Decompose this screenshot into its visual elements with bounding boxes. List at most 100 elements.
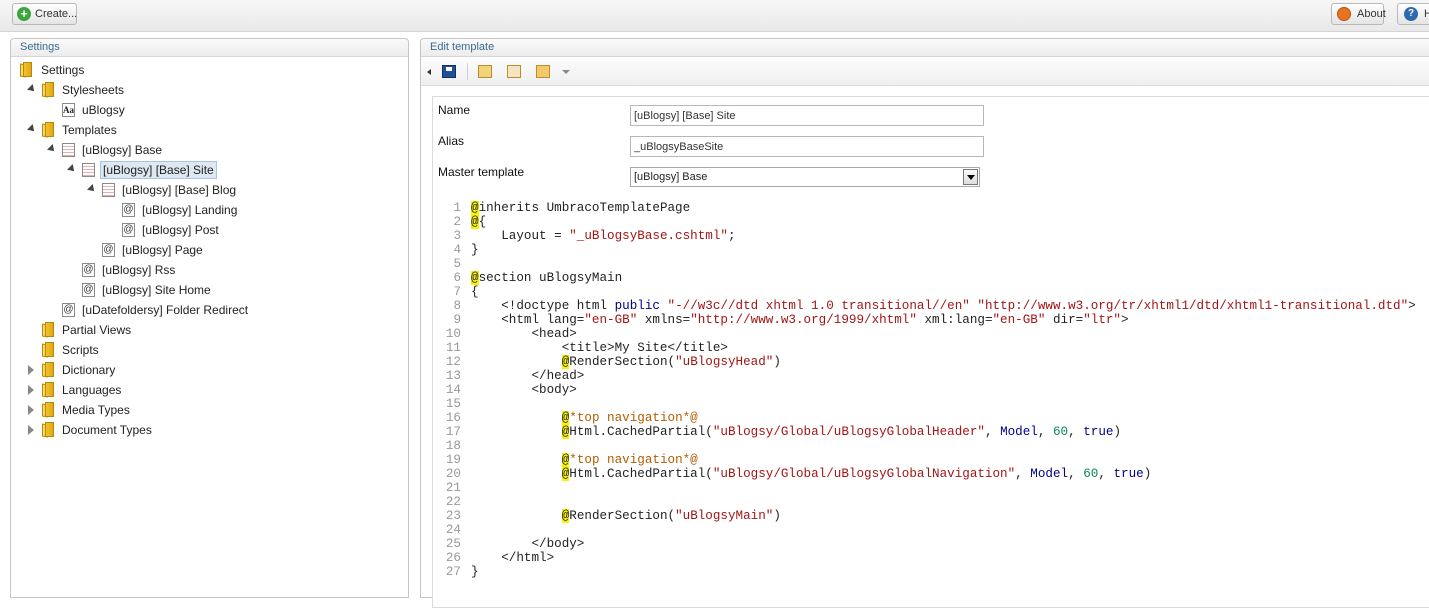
line-number: 8: [453, 299, 461, 313]
code-line[interactable]: 25 </body>: [433, 537, 1429, 551]
code-line[interactable]: 11 <title>My Site</title>: [433, 341, 1429, 355]
code-text[interactable]: </body>: [471, 537, 584, 551]
insert-placeholder-icon[interactable]: [536, 65, 550, 78]
folder-icon: [42, 422, 56, 438]
code-text[interactable]: @{: [471, 215, 486, 229]
create-button-label: Create...: [35, 8, 78, 20]
code-text[interactable]: }: [471, 243, 479, 257]
stylesheet-icon: Aa: [62, 103, 75, 117]
expand-arrow-icon[interactable]: [87, 184, 97, 194]
code-line[interactable]: 14 <body>: [433, 383, 1429, 397]
about-button[interactable]: About: [1331, 3, 1386, 25]
code-text[interactable]: @Html.CachedPartial("uBlogsy/Global/uBlo…: [471, 467, 1151, 481]
folder-icon: [42, 382, 56, 398]
code-line[interactable]: 6 @section uBlogsyMain: [433, 271, 1429, 285]
code-line[interactable]: 13 </head>: [433, 369, 1429, 383]
code-line[interactable]: 27}: [433, 565, 1429, 579]
razor-icon: @: [82, 283, 95, 297]
code-line[interactable]: 21: [433, 481, 1429, 495]
line-number: 22: [445, 495, 461, 509]
code-line[interactable]: 19 @*top navigation*@: [433, 453, 1429, 467]
alias-label: Alias: [438, 134, 465, 148]
code-line[interactable]: 20 @Html.CachedPartial("uBlogsy/Global/u…: [433, 467, 1429, 481]
code-text[interactable]: @inherits UmbracoTemplatePage: [471, 201, 690, 215]
code-line[interactable]: 24: [433, 523, 1429, 537]
expand-arrow-icon[interactable]: [47, 144, 57, 154]
code-line[interactable]: 15: [433, 397, 1429, 411]
code-line[interactable]: 2 @{: [433, 215, 1429, 229]
toolbar-collapse-icon[interactable]: [427, 69, 431, 75]
code-line[interactable]: 17 @Html.CachedPartial("uBlogsy/Global/u…: [433, 425, 1429, 439]
code-text[interactable]: @Html.CachedPartial("uBlogsy/Global/uBlo…: [471, 425, 1121, 439]
expand-arrow-icon[interactable]: [27, 84, 37, 94]
name-label: Name: [438, 103, 471, 117]
line-number: 14: [445, 383, 461, 397]
code-text[interactable]: </html>: [471, 551, 554, 565]
expand-arrow-icon[interactable]: [27, 124, 37, 134]
folder-icon: [42, 402, 56, 418]
code-line[interactable]: 9 <html lang="en-GB" xmlns="http://www.w…: [433, 313, 1429, 327]
line-number: 11: [445, 341, 461, 355]
dropdown-arrow-icon[interactable]: [963, 169, 978, 185]
code-line[interactable]: 1 @inherits UmbracoTemplatePage: [433, 201, 1429, 215]
name-input[interactable]: [630, 105, 984, 126]
code-text[interactable]: @section uBlogsyMain: [471, 271, 622, 285]
code-line[interactable]: 12 @RenderSection("uBlogsyHead"): [433, 355, 1429, 369]
code-text[interactable]: @*top navigation*@: [471, 411, 698, 425]
line-number: 12: [445, 355, 461, 369]
expand-arrow-icon[interactable]: [67, 164, 77, 174]
collapse-arrow-icon[interactable]: [28, 405, 34, 415]
create-button[interactable]: + Create...: [12, 3, 77, 25]
line-number: 10: [445, 327, 461, 341]
save-icon[interactable]: [442, 65, 456, 78]
help-button-label: H: [1424, 8, 1429, 20]
code-text[interactable]: <html lang="en-GB" xmlns="http://www.w3.…: [471, 313, 1128, 327]
code-line[interactable]: 18: [433, 439, 1429, 453]
code-text[interactable]: </head>: [471, 369, 584, 383]
line-number: 26: [445, 551, 461, 565]
line-number: 4: [453, 243, 461, 257]
code-text[interactable]: <head>: [471, 327, 576, 341]
code-line[interactable]: 10 <head>: [433, 327, 1429, 341]
code-text[interactable]: @RenderSection("uBlogsyMain"): [471, 509, 781, 523]
code-text[interactable]: @*top navigation*@: [471, 453, 698, 467]
help-button[interactable]: ? H: [1397, 3, 1429, 25]
code-line[interactable]: 7{: [433, 285, 1429, 299]
line-number: 24: [445, 523, 461, 537]
line-number: 23: [445, 509, 461, 523]
code-line[interactable]: 3 Layout = "_uBlogsyBase.cshtml";: [433, 229, 1429, 243]
toolbar-separator: [467, 63, 468, 80]
template-icon: [82, 163, 95, 177]
insert-macro-icon[interactable]: [507, 65, 521, 78]
collapse-arrow-icon[interactable]: [28, 425, 34, 435]
code-editor[interactable]: 1 @inherits UmbracoTemplatePage 2 @{3 Layou…: [433, 201, 1429, 579]
code-text[interactable]: }: [471, 565, 479, 579]
razor-icon: @: [82, 263, 95, 277]
razor-icon: @: [102, 243, 115, 257]
code-text[interactable]: <!doctype html public "-//w3c//dtd xhtml…: [471, 299, 1416, 313]
code-text[interactable]: <title>My Site</title>: [471, 341, 728, 355]
code-line[interactable]: 5: [433, 257, 1429, 271]
alias-input[interactable]: [630, 136, 984, 157]
code-line[interactable]: 26 </html>: [433, 551, 1429, 565]
collapse-arrow-icon[interactable]: [28, 385, 34, 395]
insert-field-icon[interactable]: [478, 65, 492, 78]
code-line[interactable]: 8 <!doctype html public "-//w3c//dtd xht…: [433, 299, 1429, 313]
line-number: 7: [453, 285, 461, 299]
line-number: 15: [445, 397, 461, 411]
collapse-arrow-icon[interactable]: [28, 365, 34, 375]
code-line[interactable]: 16 @*top navigation*@: [433, 411, 1429, 425]
code-text[interactable]: <body>: [471, 383, 576, 397]
code-line[interactable]: 23 @RenderSection("uBlogsyMain"): [433, 509, 1429, 523]
code-text[interactable]: @RenderSection("uBlogsyHead"): [471, 355, 781, 369]
folder-icon: [42, 122, 56, 138]
line-number: 6: [453, 271, 461, 285]
line-number: 18: [445, 439, 461, 453]
code-text[interactable]: {: [471, 285, 479, 299]
code-line[interactable]: 4}: [433, 243, 1429, 257]
code-text[interactable]: Layout = "_uBlogsyBase.cshtml";: [471, 229, 735, 243]
code-line[interactable]: 22: [433, 495, 1429, 509]
toolbar-dropdown-icon[interactable]: [562, 70, 570, 74]
master-template-select[interactable]: [uBlogsy] Base: [630, 167, 980, 187]
settings-panel: Settings Settings Stylesheets Aa uBlogsy…: [10, 38, 409, 598]
